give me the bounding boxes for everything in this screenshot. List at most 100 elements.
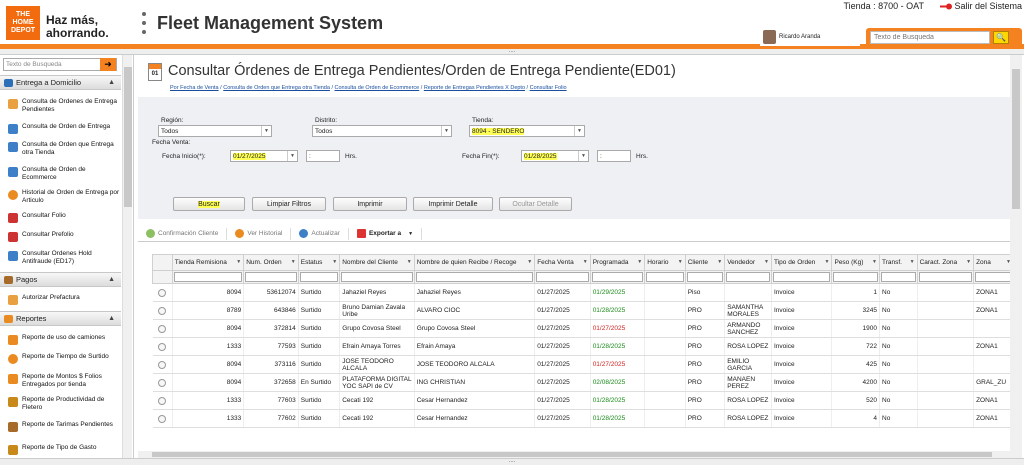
fecha-inicio-picker[interactable]: 01/27/2025 ▼ <box>230 150 298 162</box>
sidebar-item-otra-tienda[interactable]: Consulta de Orden que Entrega otra Tiend… <box>0 141 121 157</box>
column-filter-input[interactable] <box>173 272 243 282</box>
hora-fin-input[interactable]: : <box>597 150 631 162</box>
column-filter-input[interactable] <box>772 272 831 282</box>
sidebar-search-button[interactable]: ➜ <box>100 58 116 71</box>
row-radio[interactable] <box>158 414 167 423</box>
table-row[interactable]: 8094 372814 Surtido Grupo Covosa Steel Grupo… <box>152 319 1014 338</box>
column-filter-input[interactable] <box>881 272 916 282</box>
sidebar-item-uso-camiones[interactable]: Reporte de uso de camiones <box>0 334 121 345</box>
section-entrega-domicilio[interactable]: Entrega a Domicilio ▲ <box>0 75 121 90</box>
breadcrumb-link[interactable]: Consulta de Orden que Entrega otra Tiend… <box>223 85 330 91</box>
column-filter-input[interactable] <box>918 272 973 282</box>
sort-arrow-icon[interactable]: ▼ <box>637 259 642 265</box>
column-filter-input[interactable] <box>415 272 534 282</box>
scrollbar-thumb[interactable] <box>1012 69 1020 209</box>
sort-arrow-icon[interactable]: ▼ <box>583 259 588 265</box>
column-header[interactable]: ▼ Peso (Kg) <box>831 254 880 271</box>
breadcrumb-link[interactable]: Por Fecha de Venta <box>170 85 219 91</box>
column-filter-input[interactable] <box>975 272 1012 282</box>
column-filter-input[interactable] <box>833 272 878 282</box>
column-header[interactable]: ▼ Nombre del Cliente <box>339 254 415 271</box>
sidebar-item-tarimas[interactable]: Reporte de Tarimas Pendientes <box>0 421 121 432</box>
imprimir-button[interactable]: Imprimir <box>333 197 407 211</box>
exportar-menu[interactable]: Exportar a ▼ <box>349 227 423 240</box>
sidebar-item-orden-entrega[interactable]: Consulta de Orden de Entrega <box>0 123 121 134</box>
confirmacion-cliente-button[interactable]: Confirmación Cliente <box>138 227 228 240</box>
column-header[interactable]: ▼ Transf. <box>879 254 918 271</box>
sort-arrow-icon[interactable]: ▼ <box>236 259 241 265</box>
row-radio[interactable] <box>158 360 167 369</box>
sort-arrow-icon[interactable]: ▼ <box>910 259 915 265</box>
breadcrumb-link[interactable]: Consulta de Orden de Ecommerce <box>335 85 420 91</box>
sort-arrow-icon[interactable]: ▼ <box>872 259 877 265</box>
column-filter-input[interactable] <box>726 272 770 282</box>
sidebar-item-montos-folios[interactable]: Reporte de Montos $ Folios Entregados po… <box>0 373 121 389</box>
scrollbar-thumb[interactable] <box>152 452 992 457</box>
column-filter-input[interactable] <box>591 272 644 282</box>
sidebar-item-ecommerce[interactable]: Consulta de Orden de Ecommerce <box>0 166 121 182</box>
sidebar-item-productividad[interactable]: Reporte de Productividad de Fletero <box>0 396 121 412</box>
sidebar-item-folio[interactable]: Consultar Folio <box>0 212 121 223</box>
breadcrumb-link[interactable]: Consultar Folio <box>530 85 567 91</box>
column-header[interactable]: ▼ Fecha Venta <box>534 254 591 271</box>
sort-arrow-icon[interactable]: ▼ <box>407 259 412 265</box>
bottom-splitter[interactable]: .... <box>0 458 1024 465</box>
table-row[interactable]: 8094 53612074 Surtido Jahaziel Reyes Jahazie… <box>152 283 1014 302</box>
grid-horizontal-scrollbar[interactable] <box>138 451 1012 458</box>
tienda-select[interactable]: 8094 - SENDERO ▼ <box>469 125 585 137</box>
column-header[interactable]: ▼ Caract. Zona <box>916 254 975 271</box>
column-header[interactable]: ▼ Programada <box>589 254 646 271</box>
column-filter-input[interactable] <box>686 272 724 282</box>
breadcrumb-link[interactable]: Reporte de Entregas Pendientes X Depto <box>424 85 525 91</box>
table-row[interactable]: 8094 373116 Surtido JOSE TEODORO ALCALA JOSE… <box>152 355 1014 374</box>
column-header[interactable]: ▼ Estatus <box>297 254 341 271</box>
table-row[interactable]: 1333 77603 Surtido Cecati 192 Cesar Hernande… <box>152 391 1014 410</box>
table-row[interactable]: 8094 372658 En Surtido PLATAFORMA DIGITAL Y… <box>152 373 1014 392</box>
row-radio[interactable] <box>158 324 167 333</box>
row-radio[interactable] <box>158 342 167 351</box>
page-vertical-scrollbar[interactable] <box>1010 55 1022 458</box>
sort-arrow-icon[interactable]: ▼ <box>764 259 769 265</box>
column-filter-input[interactable] <box>341 272 413 282</box>
column-header[interactable]: ▼ Tipo de Orden <box>770 254 833 271</box>
sidebar-item-hold-antifraude[interactable]: Consultar Ordenes Hold Antifraude (ED17) <box>0 250 121 266</box>
row-radio[interactable] <box>158 306 167 315</box>
sidebar-item-prefactura[interactable]: Autorizar Prefactura <box>0 294 121 305</box>
sort-arrow-icon[interactable]: ▼ <box>332 259 337 265</box>
column-filter-input[interactable] <box>299 272 339 282</box>
table-row[interactable]: 1333 77602 Surtido Cecati 192 Cesar Hernande… <box>152 409 1014 428</box>
section-reportes[interactable]: Reportes ▲ <box>0 311 121 326</box>
sidebar-item-ordenes-pendientes[interactable]: Consulta de Ordenes de Entrega Pendiente… <box>0 98 121 114</box>
actualizar-button[interactable]: Actualizar <box>291 227 349 240</box>
imprimir-detalle-button[interactable]: Imprimir Detalle <box>413 197 493 211</box>
column-header[interactable]: ▼ Tienda Remisiona <box>171 254 245 271</box>
section-pagos[interactable]: Pagos ▲ <box>0 272 121 287</box>
sort-arrow-icon[interactable]: ▼ <box>678 259 683 265</box>
distrito-select[interactable]: Todos ▼ <box>312 125 452 137</box>
column-header[interactable]: ▼ Nombre de quien Recibe / Recoge <box>413 254 536 271</box>
sidebar-item-historial[interactable]: Historial de Orden de Entrega por Articu… <box>0 189 121 205</box>
row-radio[interactable] <box>158 288 167 297</box>
buscar-button[interactable]: Buscar <box>173 197 245 211</box>
column-filter-input[interactable] <box>536 272 589 282</box>
region-select[interactable]: Todos ▼ <box>158 125 272 137</box>
sidebar-item-tiempo-surtido[interactable]: Reporte de Tiempo de Surtido <box>0 353 121 364</box>
limpiar-filtros-button[interactable]: Limpiar Filtros <box>252 197 326 211</box>
table-row[interactable]: 1333 77593 Surtido Efrain Amaya Torres Efrai… <box>152 337 1014 356</box>
sort-arrow-icon[interactable]: ▼ <box>966 259 971 265</box>
column-filter-input[interactable] <box>646 272 684 282</box>
scrollbar-thumb[interactable] <box>124 67 132 207</box>
logout-link[interactable]: Salir del Sistema <box>940 1 1022 11</box>
fecha-fin-picker[interactable]: 01/28/2025 ▼ <box>521 150 589 162</box>
row-radio[interactable] <box>158 378 167 387</box>
column-header[interactable]: ▼ Vendedor <box>724 254 772 271</box>
ocultar-detalle-button[interactable]: Ocultar Detalle <box>499 197 572 211</box>
table-row[interactable]: 8789 643846 Surtido Bruno Damian Zavala Uri… <box>152 301 1014 320</box>
sort-arrow-icon[interactable]: ▼ <box>291 259 296 265</box>
hora-inicio-input[interactable]: : <box>306 150 340 162</box>
sidebar-scrollbar[interactable] <box>122 55 132 458</box>
ver-historial-button[interactable]: Ver Historial <box>227 227 292 240</box>
sidebar-item-tipo-gasto[interactable]: Reporte de Tipo de Gasto <box>0 444 121 455</box>
top-search-button[interactable]: 🔍 <box>993 31 1009 44</box>
sort-arrow-icon[interactable]: ▼ <box>527 259 532 265</box>
